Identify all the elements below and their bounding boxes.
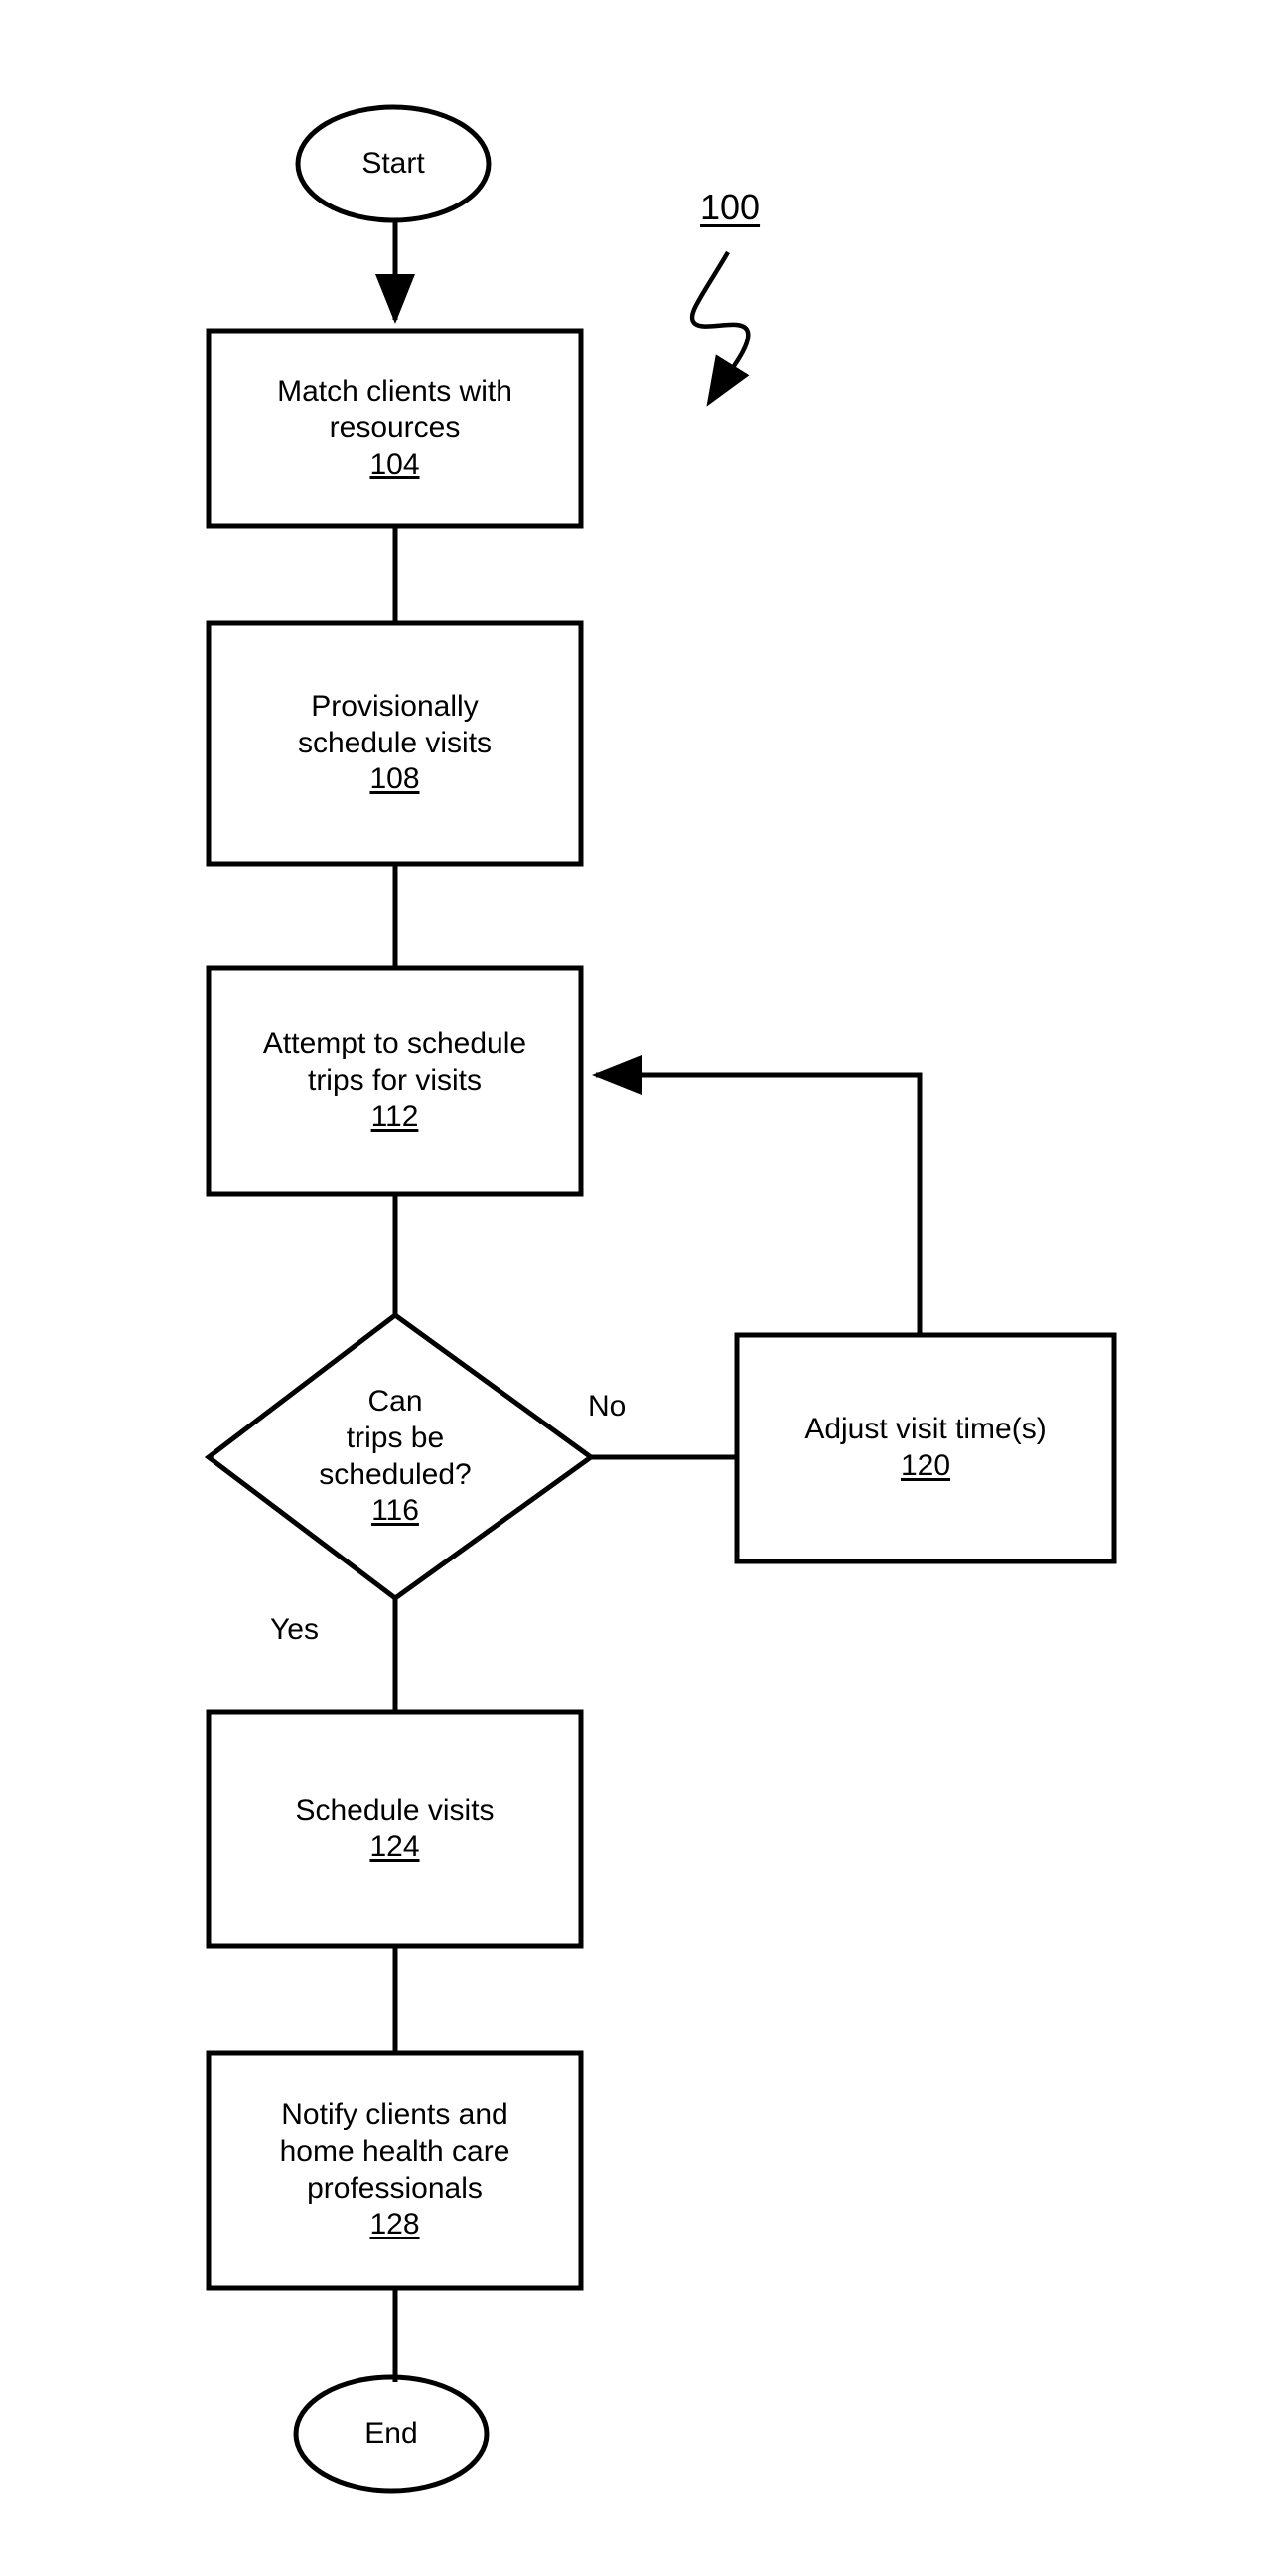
edge-adjust-to-attempt-feedback bbox=[591, 1055, 923, 1335]
node-start-shape bbox=[295, 104, 492, 223]
figure-reference-numeral: 100 bbox=[700, 187, 761, 227]
edge-label-yes: Yes bbox=[270, 1613, 319, 1646]
node-provisional-shape bbox=[206, 620, 584, 867]
flowchart-figure: 100 Start Match clients with resources 1… bbox=[0, 0, 1285, 2576]
node-attempt-shape bbox=[206, 965, 584, 1197]
node-schedule-shape bbox=[206, 1709, 584, 1949]
node-match-shape bbox=[206, 328, 584, 529]
edge-label-no: No bbox=[588, 1390, 627, 1423]
node-decision-shape bbox=[204, 1311, 596, 1602]
figure-reference-lead-line bbox=[689, 250, 751, 407]
node-end-shape bbox=[293, 2374, 490, 2494]
node-adjust-shape bbox=[734, 1332, 1117, 1564]
node-notify-shape bbox=[206, 2050, 584, 2291]
flowchart-graphics bbox=[204, 104, 1117, 2494]
